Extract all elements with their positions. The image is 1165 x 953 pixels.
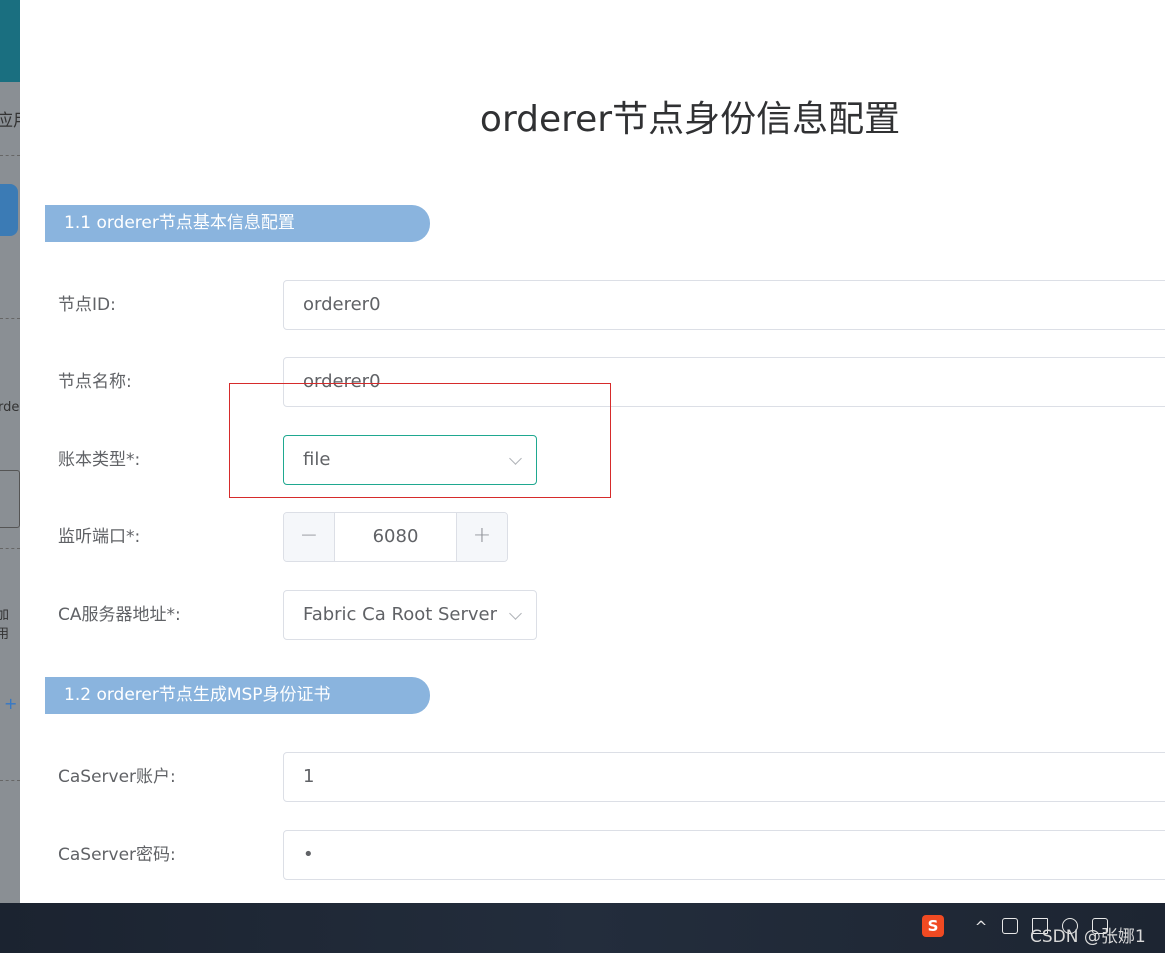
section-header-basic-info: 1.1 orderer节点基本信息配置 [45, 205, 430, 242]
decrement-button[interactable]: − [284, 513, 335, 561]
increment-button[interactable]: + [456, 513, 507, 561]
divider [0, 780, 20, 781]
listen-port-label: 监听端口*: [58, 527, 141, 547]
ca-account-input[interactable]: 1 [283, 752, 1165, 802]
highlight-annotation-box [229, 383, 611, 498]
page-title: orderer节点身份信息配置 [479, 99, 901, 140]
database-icon [0, 184, 18, 236]
node-id-input[interactable]: orderer0 [283, 280, 1165, 330]
divider [0, 155, 20, 156]
background-app: 应用 rde 加用 + [0, 0, 20, 903]
ca-password-label: CaServer密码: [58, 845, 176, 865]
watermark-text: CSDN @张娜1 [1030, 927, 1146, 947]
ca-server-select[interactable]: Fabric Ca Root Server [283, 590, 537, 640]
layers-icon [0, 470, 20, 528]
node-name-label: 节点名称: [58, 372, 132, 392]
ca-account-label: CaServer账户: [58, 767, 176, 787]
plus-icon: + [4, 694, 18, 713]
ledger-type-label: 账本类型*: [58, 450, 141, 470]
ime-icon[interactable]: S [922, 915, 944, 937]
ca-server-label: CA服务器地址*: [58, 605, 181, 625]
listen-port-input[interactable]: 6080 [335, 513, 456, 561]
ca-password-input[interactable]: • [283, 830, 1165, 880]
divider [0, 548, 20, 549]
display-icon[interactable] [1002, 918, 1018, 934]
config-drawer: orderer节点身份信息配置 1.1 orderer节点基本信息配置 节点ID… [20, 0, 1165, 903]
background-label-top: 应用 [0, 111, 20, 131]
section-header-msp-cert: 1.2 orderer节点生成MSP身份证书 [45, 677, 430, 714]
divider [0, 318, 20, 319]
listen-port-stepper: − 6080 + [283, 512, 508, 562]
ca-server-value: Fabric Ca Root Server [303, 604, 498, 625]
background-label-low: 加用 [0, 608, 10, 642]
chevron-down-icon [509, 607, 522, 620]
background-header-bar [0, 0, 20, 82]
tray-expand-icon[interactable]: ^ [971, 917, 991, 937]
node-id-label: 节点ID: [58, 295, 116, 315]
background-label-mid: rde [0, 400, 20, 415]
